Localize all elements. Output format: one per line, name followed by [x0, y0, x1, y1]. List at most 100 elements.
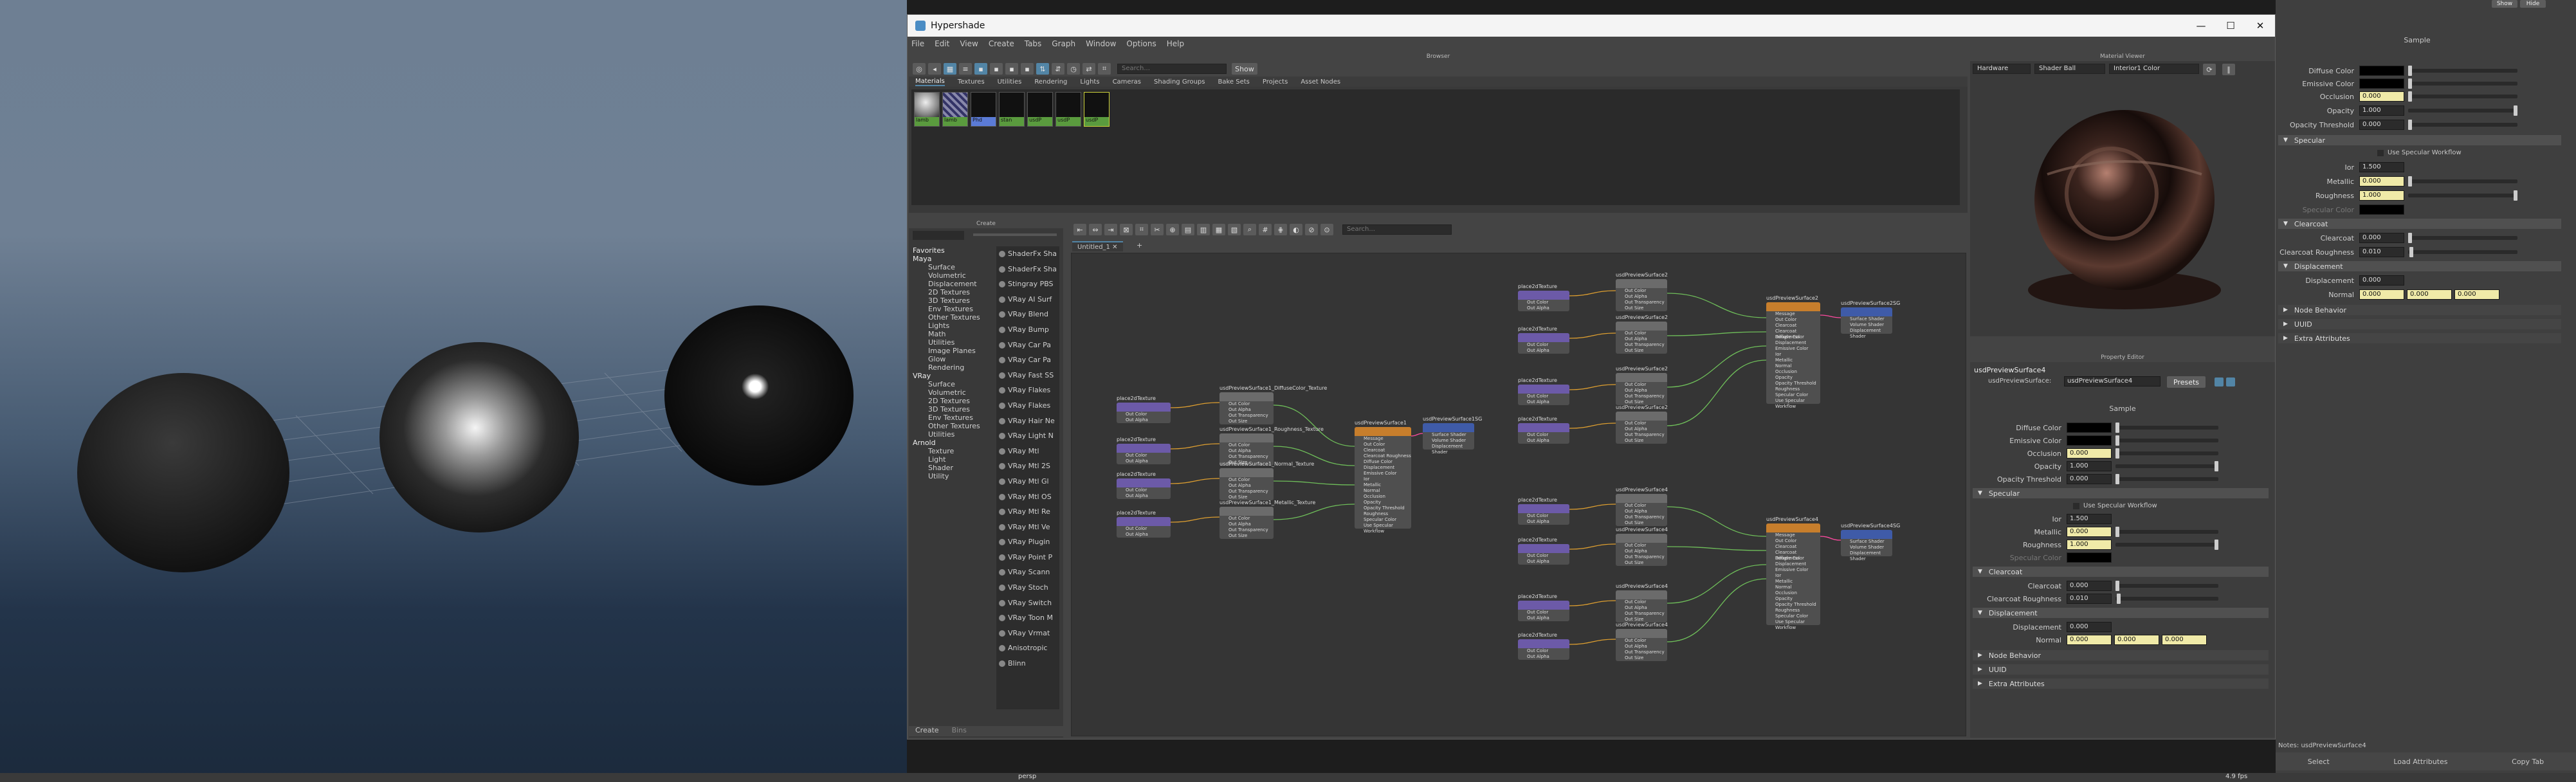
- node-attribute[interactable]: Normal: [1766, 363, 1820, 369]
- show-icon[interactable]: [2226, 377, 2235, 386]
- diffuse-color-slider[interactable]: [2115, 423, 2218, 433]
- shader-node-usd4[interactable]: Message Out Color Clearcoat Clearcoat Rough…: [1766, 523, 1820, 630]
- reverse-icon[interactable]: ⇄: [1082, 63, 1095, 75]
- clearcoat-field[interactable]: 0.000: [2067, 581, 2112, 591]
- ae-diffuse-color-swatch[interactable]: [2359, 66, 2404, 76]
- ae-roughness-field[interactable]: 1.000: [2359, 190, 2404, 201]
- presets-button[interactable]: Presets: [2167, 376, 2206, 388]
- ae-occlusion-field[interactable]: 0.000: [2359, 91, 2404, 102]
- create-node-item[interactable]: VRay Vrmat: [999, 626, 1059, 641]
- node-attribute[interactable]: Clearcoat Roughness: [1766, 550, 1820, 561]
- place2d-texture-node[interactable]: Out Color Out Alpha: [1518, 544, 1569, 565]
- node-attribute[interactable]: Diffuse Color: [1355, 459, 1411, 465]
- grid-icon[interactable]: #: [1259, 224, 1272, 235]
- file-texture-node[interactable]: Out Color Out Alpha Out Transparency Out Si…: [1616, 629, 1667, 661]
- ae-metallic-slider[interactable]: [2408, 176, 2517, 186]
- clear-graph-icon[interactable]: ⊠: [1120, 224, 1133, 235]
- node-attribute[interactable]: Out Color: [1616, 638, 1667, 644]
- metallic-slider[interactable]: [2115, 527, 2218, 537]
- create-search-input[interactable]: [913, 231, 964, 240]
- emissive-color-swatch[interactable]: [2067, 435, 2112, 446]
- node-attribute[interactable]: Out Alpha: [1117, 459, 1171, 464]
- file-texture-node[interactable]: Out Color Out Alpha Out Transparency Out Si…: [1616, 279, 1667, 311]
- ae-opacity-threshold-field[interactable]: 0.000: [2359, 120, 2404, 130]
- node-attribute[interactable]: Specular Color: [1766, 614, 1820, 619]
- ae-clearcoat-section[interactable]: ▼ Clearcoat: [2278, 219, 2561, 229]
- node-attribute[interactable]: Message: [1766, 532, 1820, 538]
- node-attribute[interactable]: Out Alpha: [1518, 654, 1569, 660]
- node-attribute[interactable]: Out Color: [1518, 342, 1569, 348]
- ae-normal-x-field[interactable]: 0.000: [2359, 289, 2404, 300]
- node-attribute[interactable]: Metallic: [1766, 579, 1820, 585]
- node-attribute[interactable]: Out Transparency: [1219, 454, 1274, 460]
- node-attribute[interactable]: Out Alpha: [1518, 399, 1569, 405]
- node-attribute[interactable]: Out Transparency: [1616, 554, 1667, 560]
- node-attribute[interactable]: Specular Color: [1355, 517, 1411, 523]
- node-attribute[interactable]: Diffuse Color: [1766, 334, 1820, 340]
- node-attribute[interactable]: Use Specular Workflow: [1766, 619, 1820, 630]
- frame-icon[interactable]: ⌗: [1098, 63, 1111, 75]
- node-attribute[interactable]: Out Transparency: [1616, 611, 1667, 617]
- create-tree-item[interactable]: Glow: [913, 355, 990, 363]
- node-attribute[interactable]: Use Specular Workflow: [1355, 523, 1411, 534]
- node-attribute[interactable]: Occlusion: [1766, 590, 1820, 596]
- node-attribute[interactable]: Opacity: [1355, 500, 1411, 505]
- node-attribute[interactable]: Out Color: [1518, 553, 1569, 559]
- node-attribute[interactable]: Clearcoat: [1766, 544, 1820, 550]
- node-attribute[interactable]: Surface Shader: [1423, 432, 1474, 438]
- simple-mode-icon[interactable]: ▤: [1182, 224, 1194, 235]
- place2d-texture-node[interactable]: Out Color Out Alpha: [1518, 291, 1569, 311]
- create-node-item[interactable]: VRay Car Pa: [999, 338, 1059, 353]
- create-node-item[interactable]: Blinn: [999, 656, 1059, 671]
- menu-create[interactable]: Create: [989, 39, 1014, 48]
- ior-field[interactable]: 1.500: [2067, 514, 2112, 524]
- create-tree-item[interactable]: Rendering: [913, 363, 990, 372]
- create-tree-item[interactable]: Texture: [913, 447, 990, 455]
- opacity-threshold-slider[interactable]: [2115, 474, 2218, 484]
- node-attribute[interactable]: Metallic: [1355, 482, 1411, 488]
- node-attribute[interactable]: Out Alpha: [1616, 549, 1667, 554]
- place2d-texture-node[interactable]: Out Color Out Alpha: [1518, 639, 1569, 660]
- create-tree-item[interactable]: Light: [913, 455, 990, 464]
- file-texture-node[interactable]: Out Color Out Alpha Out Transparency Out Si…: [1219, 392, 1274, 424]
- node-attribute[interactable]: Opacity: [1766, 375, 1820, 381]
- tab-projects[interactable]: Projects: [1263, 78, 1288, 86]
- medium-icons-icon[interactable]: ▪: [990, 63, 1003, 75]
- create-tree[interactable]: Favorites Maya Surface Volumetric Displaceme…: [913, 246, 990, 480]
- clearcoat-section[interactable]: ▼ Clearcoat: [1973, 567, 2269, 577]
- create-tree-item[interactable]: VRay: [913, 372, 990, 380]
- place2d-texture-node[interactable]: Out Color Out Alpha: [1518, 504, 1569, 525]
- node-attribute[interactable]: Out Color: [1518, 394, 1569, 399]
- add-tab-icon[interactable]: +: [1137, 241, 1142, 250]
- node-attribute[interactable]: Use Specular Workflow: [1766, 398, 1820, 409]
- remove-node-icon[interactable]: ✂: [1151, 224, 1164, 235]
- ae-emissive-color-swatch[interactable]: [2359, 78, 2404, 89]
- node-attribute[interactable]: Out Alpha: [1616, 605, 1667, 611]
- toggle-icon[interactable]: ⊘: [1305, 224, 1318, 235]
- place2d-texture-node[interactable]: Out Color Out Alpha: [1518, 601, 1569, 621]
- node-attribute[interactable]: Out Alpha: [1117, 532, 1171, 538]
- node-attribute[interactable]: Out Color: [1117, 526, 1171, 532]
- ae-clearcoat-roughness-slider[interactable]: [2408, 247, 2517, 257]
- graph-search-input[interactable]: Search...: [1342, 224, 1452, 235]
- menu-window[interactable]: Window: [1086, 39, 1116, 48]
- create-node-item[interactable]: VRay Scann: [999, 565, 1059, 580]
- node-attribute[interactable]: Emissive Color: [1766, 346, 1820, 352]
- sort-icon[interactable]: ⇅: [1036, 63, 1049, 75]
- tab-create[interactable]: Create: [915, 726, 939, 736]
- node-attribute[interactable]: Out Alpha: [1518, 559, 1569, 565]
- node-attribute[interactable]: Out Color: [1219, 516, 1274, 522]
- copy-tab-button[interactable]: Copy Tab: [2512, 758, 2544, 766]
- shader-node-usd1[interactable]: Message Out Color Clearcoat Clearcoat Rough…: [1355, 427, 1411, 534]
- file-texture-node[interactable]: Out Color Out Alpha Out Transparency Out Si…: [1616, 590, 1667, 623]
- graph-tab[interactable]: Untitled_1 ✕: [1072, 241, 1123, 251]
- node-attribute[interactable]: Clearcoat Roughness: [1766, 329, 1820, 340]
- ae-opacity-slider[interactable]: [2408, 105, 2517, 116]
- create-tree-item[interactable]: Env Textures: [913, 305, 990, 313]
- create-tree-item[interactable]: Shader: [913, 464, 990, 472]
- create-tree-item[interactable]: Math: [913, 330, 990, 338]
- clearcoat-roughness-slider[interactable]: [2115, 594, 2218, 604]
- normal-y-field[interactable]: 0.000: [2114, 635, 2159, 645]
- select-button[interactable]: Select: [2308, 758, 2330, 766]
- node-attribute[interactable]: Out Color: [1766, 317, 1820, 323]
